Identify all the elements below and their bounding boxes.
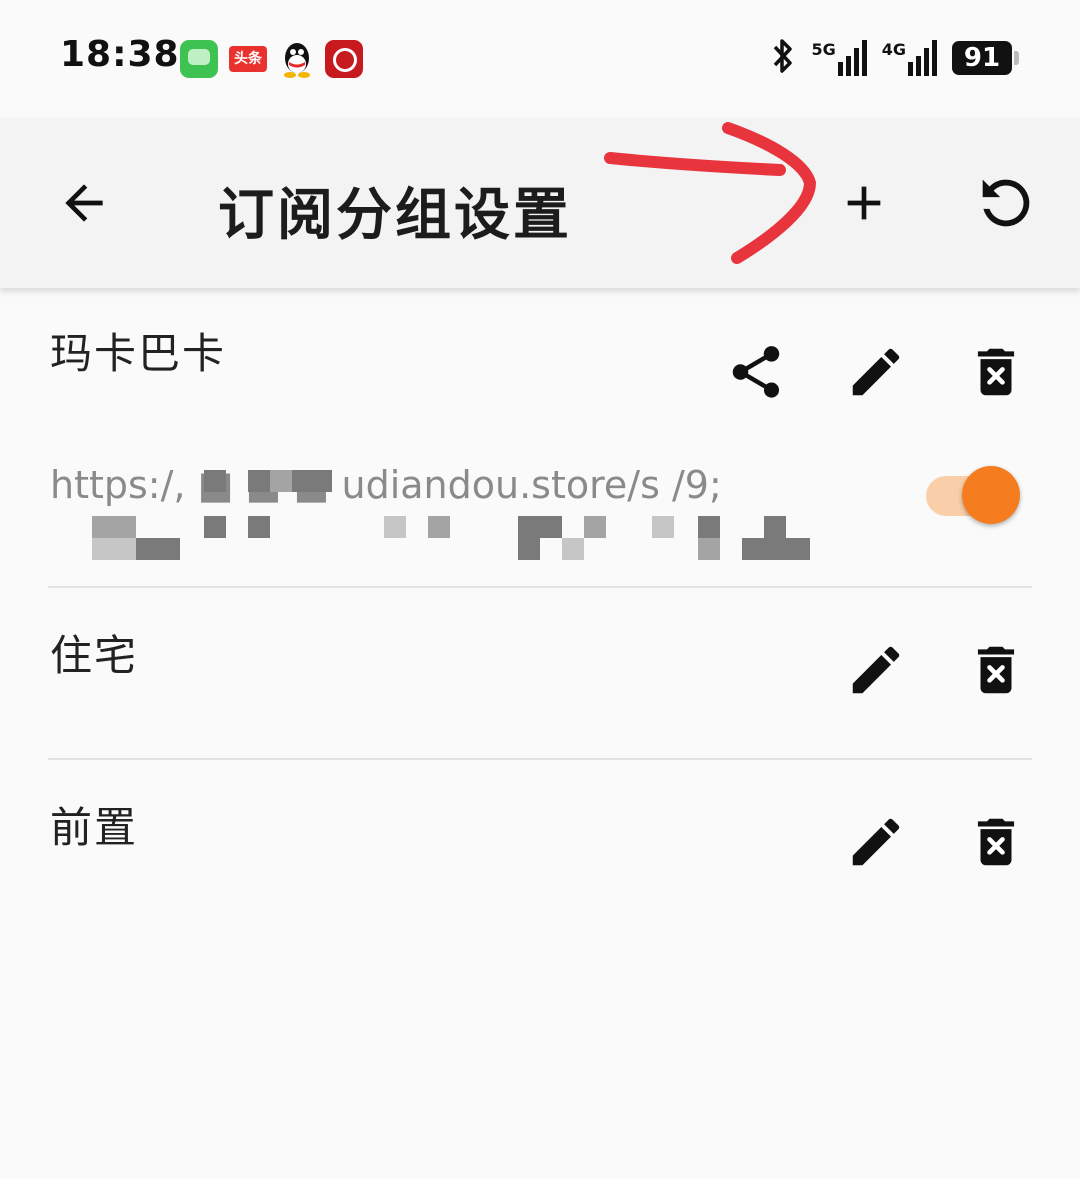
signal-4g-label: 4G [881, 40, 906, 59]
back-button[interactable] [44, 163, 124, 243]
status-time: 18:38 [60, 34, 180, 75]
delete-button[interactable] [964, 810, 1028, 874]
delete-button[interactable] [964, 340, 1028, 404]
subscription-url-text: https:/, ■ ■ ■ udiandou.store/s /9; [50, 463, 722, 507]
delete-icon [977, 646, 1015, 694]
restore-icon [982, 179, 1030, 227]
app-toolbar: 订阅分组设置 [0, 118, 1080, 288]
group-list: 玛卡巴卡 https:/, ■ ■ ■ udiandou.store/s /9; [0, 290, 1080, 930]
bluetooth-icon [769, 36, 797, 80]
status-bar: 18:38 头条 5G 4G 91 [0, 0, 1080, 116]
back-arrow-icon [65, 184, 103, 222]
add-icon [847, 186, 881, 220]
qq-app-icon [278, 40, 316, 78]
edit-icon [852, 348, 900, 396]
messages-app-icon [180, 40, 218, 78]
page-title: 订阅分组设置 [218, 183, 572, 248]
restore-button[interactable] [966, 163, 1046, 243]
toggle-thumb [962, 466, 1020, 524]
list-item: 玛卡巴卡 https:/, ■ ■ ■ udiandou.store/s /9; [48, 290, 1032, 588]
signal-5g-label: 5G [811, 40, 836, 59]
delete-icon [977, 818, 1015, 866]
list-item: 住宅 [48, 588, 1032, 760]
edit-button[interactable] [844, 810, 908, 874]
battery-icon: 91 [952, 41, 1019, 75]
signal-4g-icon: 4G [882, 40, 938, 76]
delete-button[interactable] [964, 638, 1028, 702]
edit-button[interactable] [844, 638, 908, 702]
signal-5g-icon: 5G [811, 40, 867, 76]
group-name: 前置 [50, 803, 139, 852]
group-name: 玛卡巴卡 [50, 329, 227, 378]
edit-icon [852, 818, 900, 866]
status-indicators: 5G 4G 91 [769, 36, 1019, 80]
share-button[interactable] [724, 340, 788, 404]
group-name: 住宅 [50, 631, 139, 680]
add-group-button[interactable] [824, 163, 904, 243]
bank-app-icon [325, 40, 363, 78]
toutiao-app-icon: 头条 [229, 46, 267, 72]
list-item: 前置 [48, 760, 1032, 930]
edit-button[interactable] [844, 340, 908, 404]
delete-icon [977, 348, 1015, 396]
edit-icon [852, 646, 900, 694]
share-icon [732, 346, 780, 398]
group-enabled-toggle[interactable] [926, 466, 1026, 526]
